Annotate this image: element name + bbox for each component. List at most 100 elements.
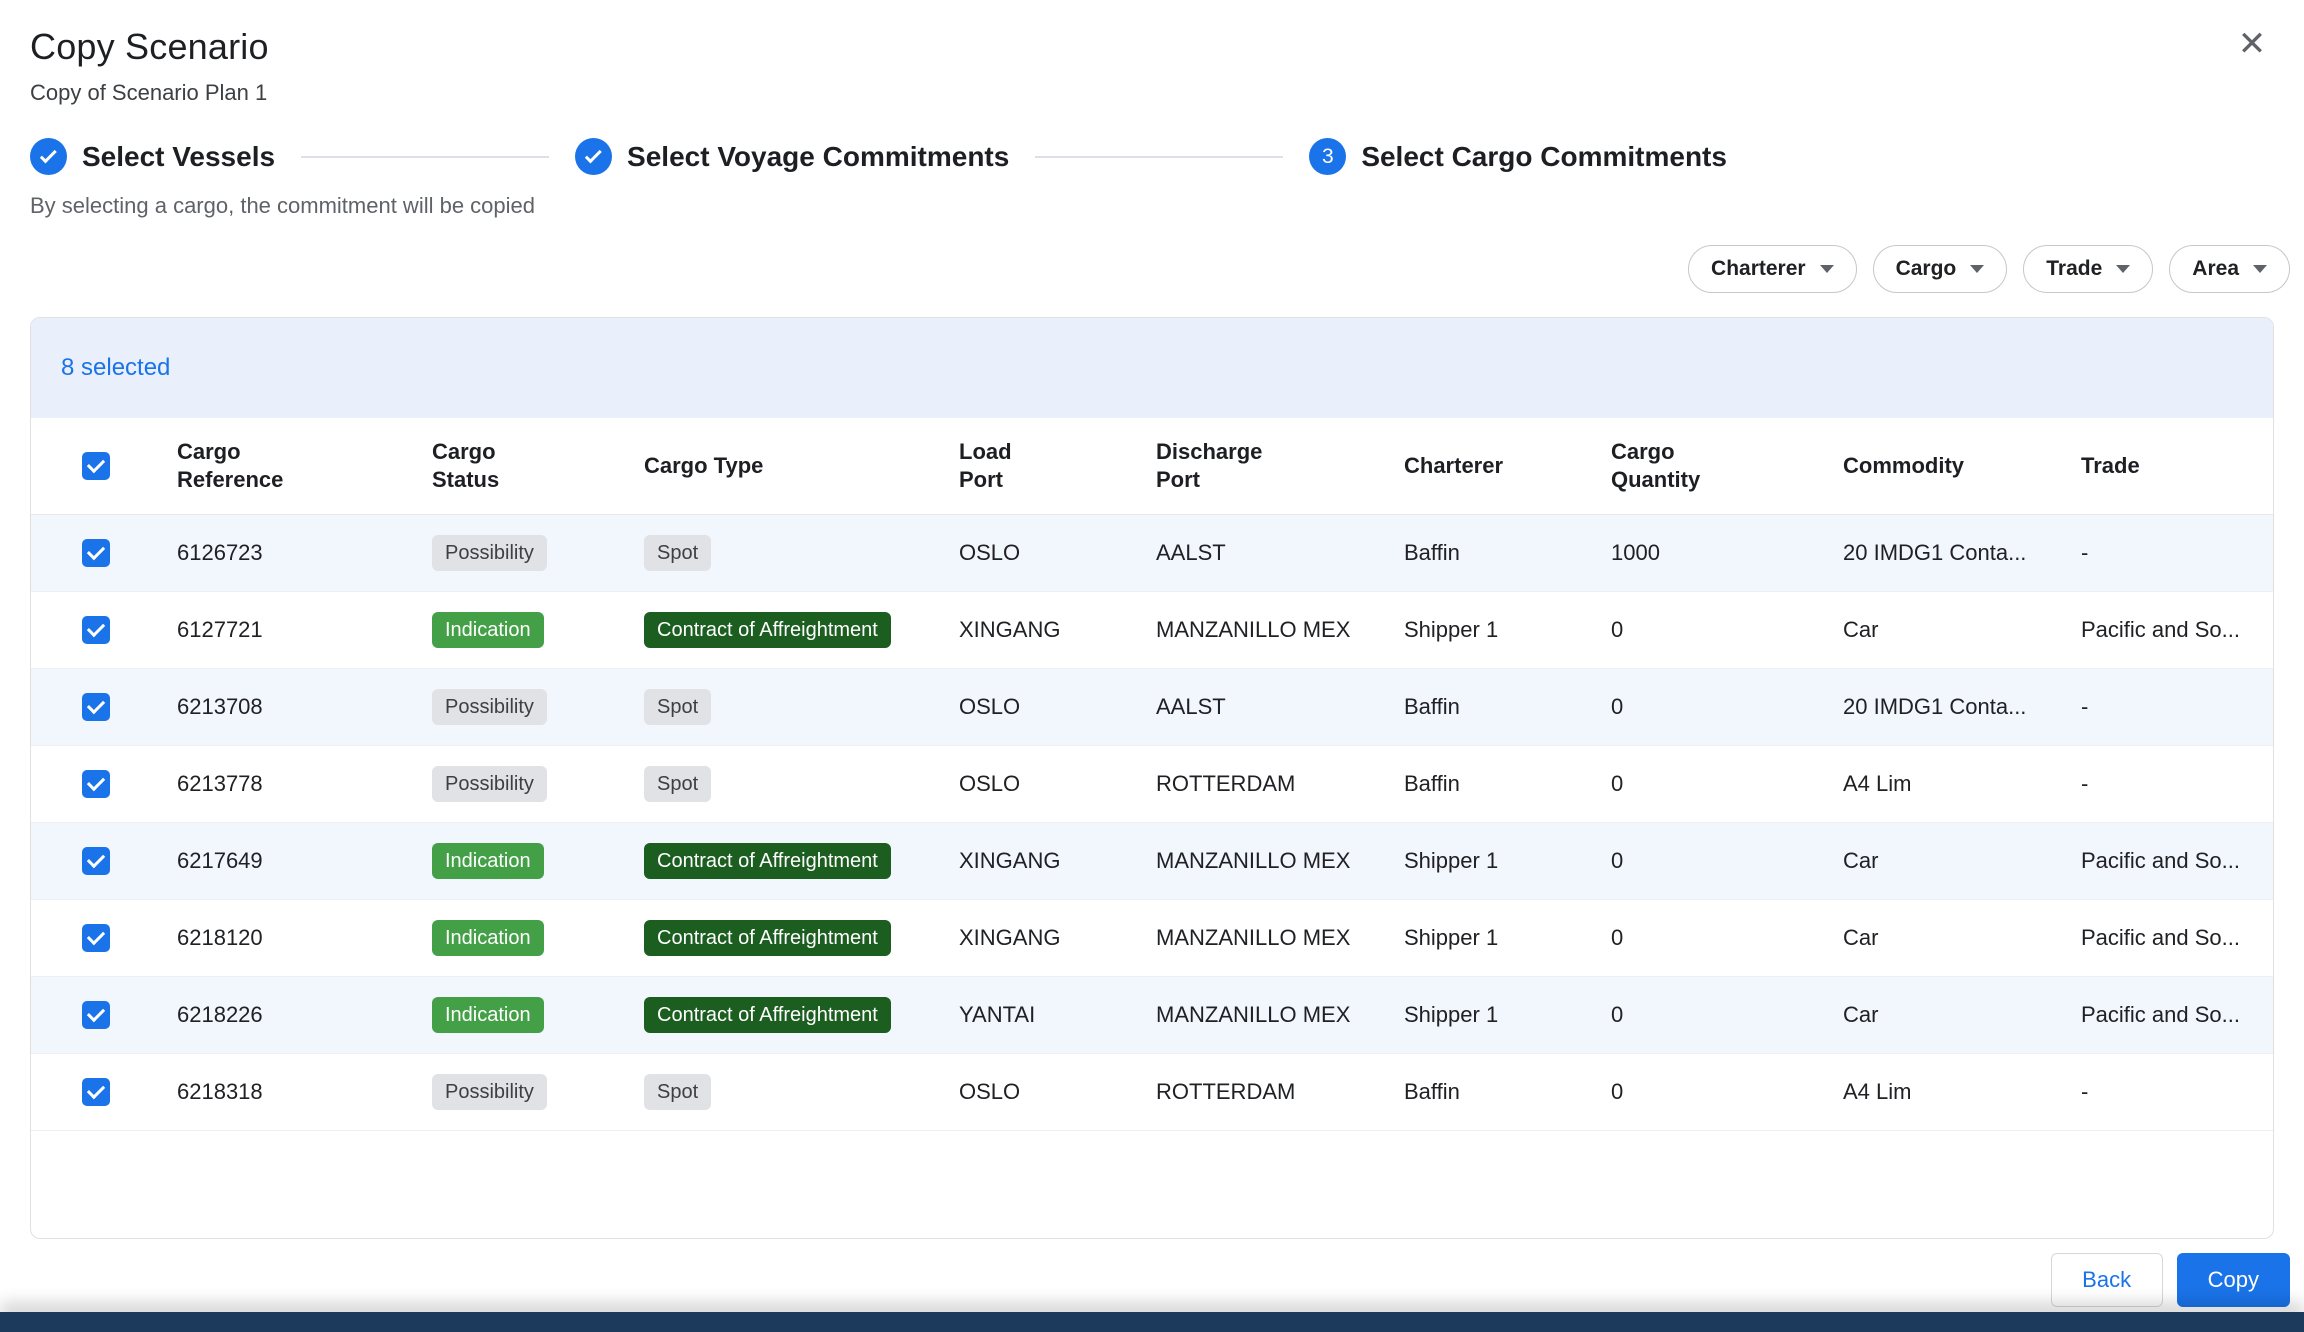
- select-all-cell: [31, 418, 161, 514]
- column-header: Commodity: [1827, 418, 2065, 514]
- step-label: Select Voyage Commitments: [627, 141, 1009, 173]
- cargo-quantity: 0: [1611, 848, 1623, 873]
- step-label: Select Cargo Commitments: [1361, 141, 1727, 173]
- charterer: Baffin: [1404, 540, 1460, 565]
- discharge-port: MANZANILLO MEX: [1156, 1002, 1350, 1027]
- filter-cargo-dropdown[interactable]: Cargo: [1873, 245, 2008, 293]
- commodity: Car: [1843, 1002, 1878, 1027]
- filter-charterer-dropdown[interactable]: Charterer: [1688, 245, 1857, 293]
- cargo-reference: 6213778: [177, 771, 263, 796]
- table-row[interactable]: 6127721 Indication Contract of Affreight…: [31, 591, 2274, 668]
- table-row[interactable]: 6217649 Indication Contract of Affreight…: [31, 822, 2274, 899]
- table-row[interactable]: 6218318 Possibility Spot OSLO ROTTERDAM …: [31, 1053, 2274, 1130]
- cargo-status-badge: Indication: [432, 920, 544, 956]
- row-checkbox[interactable]: [82, 770, 110, 798]
- cargo-type-badge: Contract of Affreightment: [644, 612, 891, 648]
- row-checkbox-cell: [31, 1053, 161, 1130]
- close-button[interactable]: ✕: [2230, 22, 2274, 66]
- discharge-port: MANZANILLO MEX: [1156, 925, 1350, 950]
- load-port: XINGANG: [959, 848, 1060, 873]
- charterer: Shipper 1: [1404, 848, 1498, 873]
- discharge-port: MANZANILLO MEX: [1156, 617, 1350, 642]
- cargo-reference: 6213708: [177, 694, 263, 719]
- cargo-reference: 6217649: [177, 848, 263, 873]
- cargo-status-badge: Indication: [432, 612, 544, 648]
- step-select-cargo-commitments[interactable]: 3 Select Cargo Commitments: [1309, 138, 1727, 175]
- step-active-circle: 3: [1309, 138, 1346, 175]
- cargo-quantity: 0: [1611, 1079, 1623, 1104]
- filter-area-dropdown[interactable]: Area: [2169, 245, 2290, 293]
- trade: Pacific and So...: [2081, 848, 2240, 873]
- load-port: OSLO: [959, 1079, 1020, 1104]
- charterer: Baffin: [1404, 1079, 1460, 1104]
- chevron-down-icon: [1820, 265, 1834, 273]
- hint-text: By selecting a cargo, the commitment wil…: [30, 193, 2304, 219]
- charterer: Shipper 1: [1404, 925, 1498, 950]
- table-head-row: Cargo ReferenceCargo StatusCargo TypeLoa…: [31, 418, 2274, 514]
- cargo-type-badge: Spot: [644, 535, 711, 571]
- cargo-commitments-table: Cargo ReferenceCargo StatusCargo TypeLoa…: [31, 418, 2274, 1131]
- discharge-port: ROTTERDAM: [1156, 1079, 1295, 1104]
- cargo-quantity: 0: [1611, 771, 1623, 796]
- charterer: Shipper 1: [1404, 1002, 1498, 1027]
- table-row[interactable]: 6126723 Possibility Spot OSLO AALST Baff…: [31, 514, 2274, 591]
- table-row[interactable]: 6218120 Indication Contract of Affreight…: [31, 899, 2274, 976]
- commodity: Car: [1843, 617, 1878, 642]
- load-port: OSLO: [959, 771, 1020, 796]
- filter-label: Cargo: [1896, 257, 1957, 281]
- chevron-down-icon: [2116, 265, 2130, 273]
- cargo-status-badge: Possibility: [432, 535, 547, 571]
- trade: -: [2081, 1079, 2088, 1104]
- row-checkbox-cell: [31, 745, 161, 822]
- row-checkbox[interactable]: [82, 847, 110, 875]
- step-complete-circle: [575, 138, 612, 175]
- trade: -: [2081, 540, 2088, 565]
- row-checkbox[interactable]: [82, 1001, 110, 1029]
- cargo-reference: 6218318: [177, 1079, 263, 1104]
- selection-summary-band: 8 selected: [31, 318, 2273, 418]
- row-checkbox[interactable]: [82, 693, 110, 721]
- load-port: XINGANG: [959, 925, 1060, 950]
- row-checkbox[interactable]: [82, 539, 110, 567]
- cargo-reference: 6218120: [177, 925, 263, 950]
- cargo-status-badge: Indication: [432, 997, 544, 1033]
- row-checkbox-cell: [31, 976, 161, 1053]
- select-all-checkbox[interactable]: [82, 452, 110, 480]
- row-checkbox-cell: [31, 822, 161, 899]
- step-number: 3: [1322, 145, 1334, 169]
- table-row[interactable]: 6213708 Possibility Spot OSLO AALST Baff…: [31, 668, 2274, 745]
- trade: -: [2081, 771, 2088, 796]
- step-label: Select Vessels: [82, 141, 275, 173]
- table-row[interactable]: 6213778 Possibility Spot OSLO ROTTERDAM …: [31, 745, 2274, 822]
- column-header: Trade: [2065, 418, 2274, 514]
- app-footer-bar: [0, 1312, 2304, 1332]
- row-checkbox[interactable]: [82, 616, 110, 644]
- row-checkbox[interactable]: [82, 1078, 110, 1106]
- commodity: A4 Lim: [1843, 1079, 1911, 1104]
- check-icon: [584, 146, 601, 163]
- row-checkbox-cell: [31, 668, 161, 745]
- filter-label: Trade: [2046, 257, 2102, 281]
- cargo-type-badge: Spot: [644, 766, 711, 802]
- copy-button[interactable]: Copy: [2177, 1253, 2290, 1307]
- step-select-vessels[interactable]: Select Vessels: [30, 138, 275, 175]
- load-port: YANTAI: [959, 1002, 1035, 1027]
- trade: Pacific and So...: [2081, 925, 2240, 950]
- back-button[interactable]: Back: [2051, 1253, 2163, 1307]
- step-select-voyage-commitments[interactable]: Select Voyage Commitments: [575, 138, 1009, 175]
- row-checkbox[interactable]: [82, 924, 110, 952]
- step-complete-circle: [30, 138, 67, 175]
- commodity: Car: [1843, 925, 1878, 950]
- filter-trade-dropdown[interactable]: Trade: [2023, 245, 2153, 293]
- table-row[interactable]: 6218226 Indication Contract of Affreight…: [31, 976, 2274, 1053]
- charterer: Shipper 1: [1404, 617, 1498, 642]
- cargo-quantity: 1000: [1611, 540, 1660, 565]
- cargo-type-badge: Contract of Affreightment: [644, 843, 891, 879]
- trade: -: [2081, 694, 2088, 719]
- discharge-port: MANZANILLO MEX: [1156, 848, 1350, 873]
- filter-bar: Charterer Cargo Trade Area: [0, 245, 2290, 293]
- column-header: Cargo Quantity: [1595, 418, 1827, 514]
- cargo-type-badge: Spot: [644, 689, 711, 725]
- commodity: 20 IMDG1 Conta...: [1843, 540, 2026, 565]
- cargo-status-badge: Possibility: [432, 1074, 547, 1110]
